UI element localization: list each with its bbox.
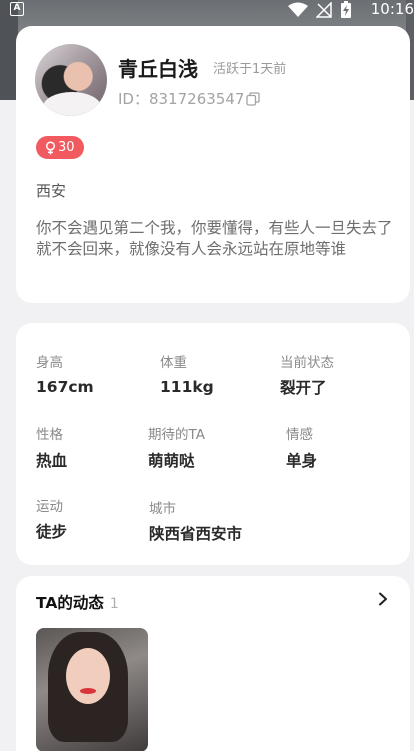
- weight-value: 111kg: [160, 378, 214, 396]
- city-label: 城市: [149, 501, 176, 517]
- avatar[interactable]: [35, 44, 107, 116]
- personality-label: 性格: [36, 427, 63, 443]
- no-signal-icon: [316, 2, 332, 18]
- weight-label: 体重: [160, 355, 187, 371]
- height-value: 167cm: [36, 378, 94, 396]
- sport-label: 运动: [36, 499, 63, 515]
- status-value: 裂开了: [280, 379, 327, 397]
- age: 30: [58, 140, 75, 155]
- chevron-right-icon[interactable]: [376, 592, 390, 606]
- moments-header: TA的动态 1: [36, 591, 119, 613]
- nickname: 青丘白浅: [118, 57, 198, 81]
- user-id: ID：8317263547: [118, 88, 261, 109]
- active-status: 活跃于1天前: [213, 62, 287, 77]
- expected-ta-value: 萌萌哒: [148, 452, 195, 470]
- clock: 10:16: [370, 0, 414, 18]
- emotion-label: 情感: [286, 427, 313, 443]
- height-label: 身高: [36, 355, 63, 371]
- moment-photo[interactable]: [36, 628, 148, 751]
- personality-value: 热血: [36, 452, 68, 470]
- copy-icon[interactable]: [246, 91, 261, 106]
- moments-card[interactable]: TA的动态 1: [16, 576, 410, 751]
- gender-age-badge: 30: [36, 136, 84, 159]
- sim-a-icon: A: [10, 2, 24, 16]
- wifi-icon: [288, 2, 308, 17]
- user-id-text: ID：8317263547: [118, 90, 245, 108]
- moments-count: 1: [109, 596, 119, 612]
- sport-value: 徒步: [36, 523, 68, 541]
- battery-charging-icon: [341, 1, 351, 18]
- profile-card: 青丘白浅 活跃于1天前 ID：8317263547 30 西安 你不会遇见第二个…: [16, 26, 410, 303]
- city: 西安: [36, 182, 67, 200]
- status-bar: A 10:16: [0, 0, 414, 20]
- emotion-value: 单身: [286, 452, 318, 470]
- status-label: 当前状态: [280, 355, 334, 371]
- moments-title: TA的动态: [36, 594, 104, 612]
- expected-ta-label: 期待的TA: [148, 427, 205, 443]
- female-icon: [45, 140, 56, 154]
- city-value: 陕西省西安市: [149, 525, 243, 543]
- bio: 你不会遇见第二个我，你要懂得，有些人一旦失去了就不会回来，就像没有人会永远站在原…: [36, 219, 393, 258]
- details-card: 身高 167cm 体重 111kg 当前状态 裂开了 性格 热血 期待的TA 萌…: [16, 323, 410, 565]
